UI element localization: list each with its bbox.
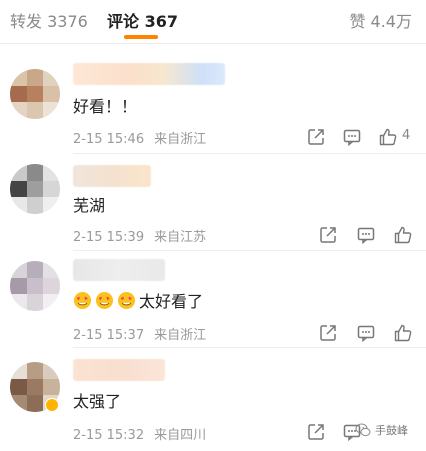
- comment-meta: 2-15 15:39 来自江苏: [73, 226, 206, 245]
- comment-location: 来自浙江: [154, 328, 207, 343]
- avatar[interactable]: [10, 261, 60, 311]
- comment-tabs: 转发 3376 评论 367 赞 4.4万: [0, 0, 426, 44]
- comment-icon[interactable]: [356, 323, 376, 343]
- share-icon[interactable]: [306, 127, 326, 147]
- verified-badge: [45, 398, 59, 412]
- share-icon[interactable]: [306, 422, 326, 442]
- comment-location: 来自江苏: [154, 230, 207, 245]
- comment-time: 2-15 15:46: [73, 132, 145, 147]
- comment-time: 2-15 15:39: [73, 230, 145, 245]
- comment-item: 太好看了 2-15 15:37 来自浙江: [0, 251, 426, 348]
- username-blurred[interactable]: [73, 259, 165, 281]
- heart-eyes-emoji-icon: [73, 291, 92, 310]
- comment-icon[interactable]: [342, 127, 362, 147]
- heart-eyes-emoji-icon: [95, 291, 114, 310]
- heart-eyes-emoji-icon: [117, 291, 136, 310]
- watermark: 手鼓峰: [355, 422, 408, 438]
- avatar[interactable]: [10, 69, 60, 119]
- comment-text: 好看！！: [73, 97, 138, 116]
- comment-meta: 2-15 15:37 来自浙江: [73, 324, 206, 343]
- comment-time: 2-15 15:37: [73, 328, 145, 343]
- username-blurred[interactable]: [73, 359, 165, 381]
- tab-likes[interactable]: 赞 4.4万: [349, 8, 412, 32]
- watermark-text: 手鼓峰: [375, 424, 408, 437]
- comment-text: 太强了: [73, 392, 122, 411]
- share-icon[interactable]: [318, 225, 338, 245]
- comment-item: 好看！！ 2-15 15:46 来自浙江 4: [0, 44, 426, 154]
- thumbs-up-icon[interactable]: [393, 323, 413, 343]
- thumbs-up-icon[interactable]: [378, 127, 398, 147]
- username-blurred[interactable]: [73, 63, 225, 85]
- tab-repost[interactable]: 转发 3376: [10, 8, 88, 32]
- thumbs-up-icon[interactable]: [393, 225, 413, 245]
- comment-text-content: 太好看了: [139, 292, 204, 311]
- username-blurred[interactable]: [73, 165, 151, 187]
- avatar[interactable]: [10, 164, 60, 214]
- share-icon[interactable]: [318, 323, 338, 343]
- comment-text: 太好看了: [73, 288, 203, 312]
- comment-meta: 2-15 15:46 来自浙江: [73, 128, 206, 147]
- comment-icon[interactable]: [356, 225, 376, 245]
- comment-time: 2-15 15:32: [73, 428, 145, 443]
- tab-comments[interactable]: 评论 367: [107, 8, 178, 32]
- comment-item: 芜湖 2-15 15:39 来自江苏: [0, 154, 426, 251]
- comment-location: 来自浙江: [154, 132, 207, 147]
- comment-meta: 2-15 15:32 来自四川: [73, 424, 206, 443]
- active-tab-indicator: [124, 35, 158, 39]
- like-count: 4: [402, 128, 411, 143]
- wechat-icon: [355, 422, 371, 438]
- comment-location: 来自四川: [154, 428, 207, 443]
- comment-text: 芜湖: [73, 196, 106, 215]
